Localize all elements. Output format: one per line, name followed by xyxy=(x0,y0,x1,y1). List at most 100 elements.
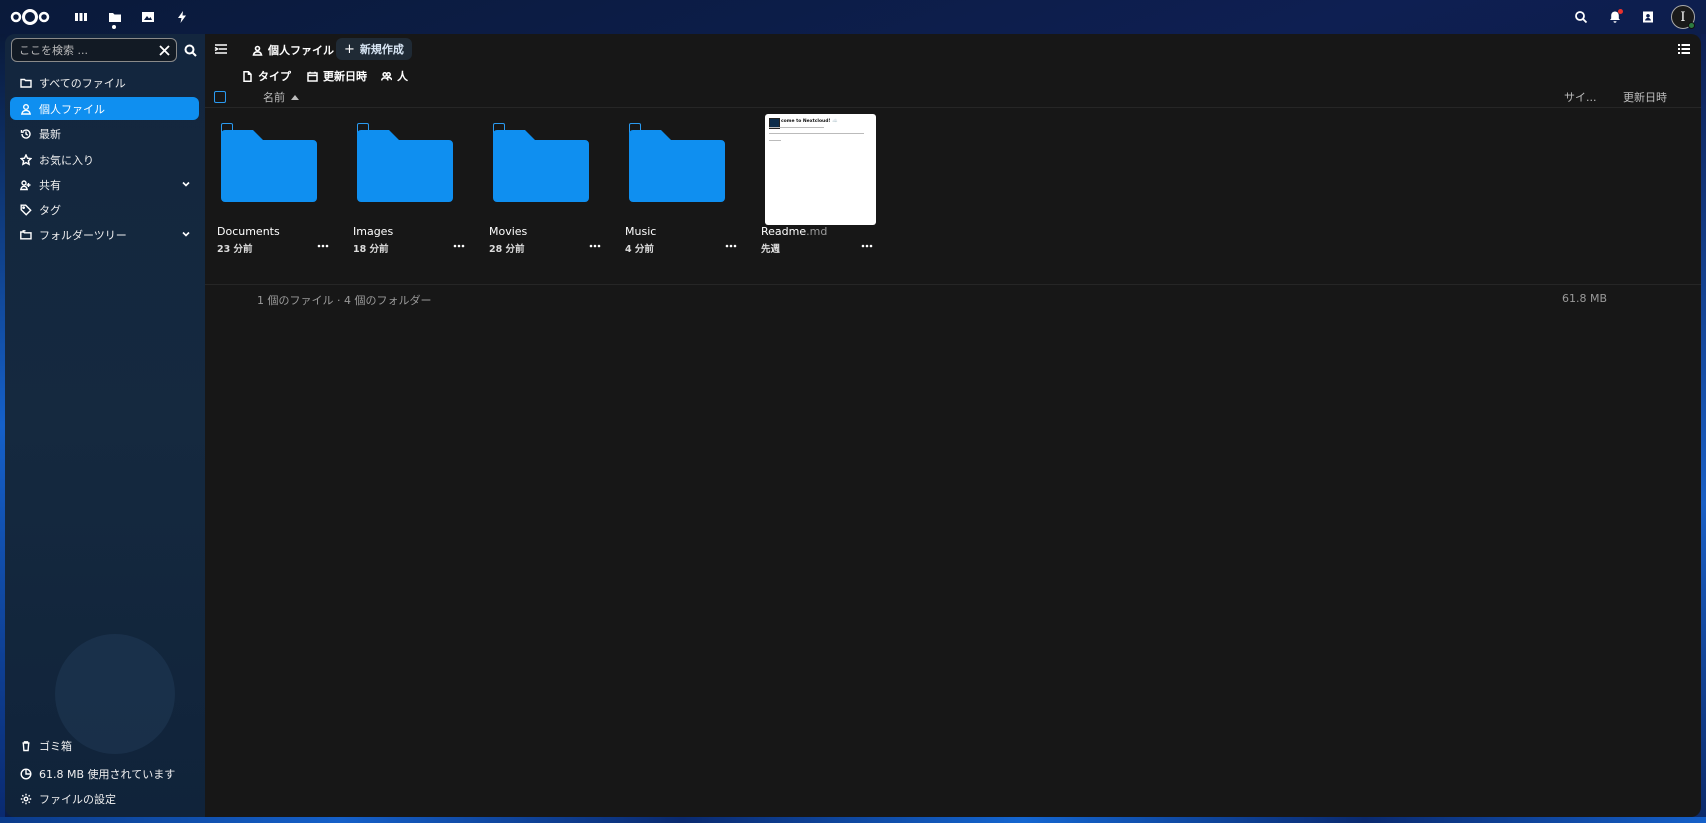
user-avatar[interactable]: I xyxy=(1671,5,1695,29)
file-modified: 28 分前 xyxy=(489,244,525,255)
more-actions-icon[interactable] xyxy=(452,240,466,252)
user-icon xyxy=(20,103,32,115)
search-input[interactable] xyxy=(19,43,154,57)
file-tile[interactable]: come to Nextcloud! ☁️ Readme.md 先週 xyxy=(749,114,876,264)
folder-icon xyxy=(357,130,453,202)
gear-icon xyxy=(20,793,32,805)
file-name[interactable]: Music xyxy=(625,225,656,238)
notifications-bell-icon[interactable] xyxy=(1605,7,1625,27)
share-icon xyxy=(20,179,32,191)
file-basename: Images xyxy=(353,225,394,238)
toggle-navigation-icon[interactable] xyxy=(214,42,230,58)
dashboard-icon[interactable] xyxy=(71,7,91,27)
tag-icon xyxy=(20,204,32,216)
background-edge-right xyxy=(1701,34,1706,817)
new-button[interactable]: + 新規作成 xyxy=(336,38,412,60)
sidebar-item-folder-tree[interactable]: フォルダーツリー xyxy=(10,223,199,246)
filter-people[interactable]: 人 xyxy=(381,66,408,86)
online-status-indicator xyxy=(1688,22,1695,29)
sidebar-item-all-files[interactable]: すべてのファイル xyxy=(10,71,199,94)
column-name[interactable]: 名前 xyxy=(263,89,299,105)
search-field[interactable] xyxy=(11,38,177,62)
sidebar-item-label: すべてのファイル xyxy=(39,76,126,90)
file-tile[interactable]: Documents 23 分前 xyxy=(205,114,329,264)
file-tile[interactable]: Music 4 分前 xyxy=(613,114,737,264)
breadcrumb-label: 個人ファイル xyxy=(268,44,334,57)
sidebar-item-shared[interactable]: 共有 xyxy=(10,173,199,196)
filter-modified-label: 更新日時 xyxy=(323,70,367,83)
sidebar-item-personal-files[interactable]: 個人ファイル xyxy=(10,97,199,120)
file-tile[interactable]: Images 18 分前 xyxy=(341,114,465,264)
sidebar-item-favorites[interactable]: お気に入り xyxy=(10,148,199,171)
sidebar-item-label: フォルダーツリー xyxy=(39,228,127,242)
star-icon xyxy=(20,153,32,166)
sidebar-settings[interactable]: ファイルの設定 xyxy=(10,788,199,810)
sidebar: すべてのファイル 個人ファイル 最新 お気に入り 共有 タグ フォルダーツリー … xyxy=(5,34,205,817)
sidebar-item-recent[interactable]: 最新 xyxy=(10,122,199,145)
filter-type[interactable]: タイプ xyxy=(242,66,291,86)
preview-text-line xyxy=(769,133,864,134)
folder-icon xyxy=(493,130,589,202)
chevron-down-icon[interactable] xyxy=(181,179,191,189)
top-bar: I xyxy=(0,0,1706,34)
filter-modified[interactable]: 更新日時 xyxy=(307,66,367,86)
column-modified[interactable]: 更新日時 xyxy=(1623,89,1667,105)
quota-label: 61.8 MB 使用されています xyxy=(39,768,176,781)
search-submit-icon[interactable] xyxy=(181,41,199,59)
column-size[interactable]: サイ... xyxy=(1564,89,1597,105)
close-icon[interactable] xyxy=(157,43,171,57)
list-view-icon[interactable] xyxy=(1677,42,1693,58)
file-basename: Documents xyxy=(217,225,280,238)
contacts-icon[interactable] xyxy=(1638,7,1658,27)
file-preview-thumbnail: come to Nextcloud! ☁️ xyxy=(765,114,876,225)
more-actions-icon[interactable] xyxy=(860,240,874,252)
file-name[interactable]: Documents xyxy=(217,225,280,238)
file-icon xyxy=(243,70,252,82)
chevron-down-icon[interactable] xyxy=(181,229,191,239)
file-basename: Movies xyxy=(489,225,528,238)
sidebar-item-tags[interactable]: タグ xyxy=(10,198,199,221)
new-button-label: 新規作成 xyxy=(359,43,404,56)
more-actions-icon[interactable] xyxy=(316,240,330,252)
column-name-label: 名前 xyxy=(263,91,285,104)
calendar-icon xyxy=(307,71,318,82)
avatar-initial: I xyxy=(1680,9,1686,25)
preview-text-line xyxy=(769,140,781,141)
plus-icon: + xyxy=(344,41,355,57)
more-actions-icon[interactable] xyxy=(588,240,602,252)
people-icon xyxy=(381,71,392,81)
select-all-checkbox[interactable] xyxy=(214,91,226,103)
file-name[interactable]: Images xyxy=(353,225,393,238)
preview-title: come to Nextcloud! ☁️ xyxy=(781,119,838,124)
file-modified: 先週 xyxy=(761,244,781,255)
notification-badge xyxy=(1618,9,1623,14)
sidebar-trash[interactable]: ゴミ箱 xyxy=(10,735,199,757)
more-actions-icon[interactable] xyxy=(724,240,738,252)
nextcloud-logo-icon[interactable] xyxy=(10,8,50,26)
preview-text-line xyxy=(769,127,824,128)
breadcrumb[interactable]: 個人ファイル xyxy=(252,39,334,61)
folder-icon xyxy=(20,77,32,89)
activity-app-icon[interactable] xyxy=(172,7,192,27)
folder-icon xyxy=(629,130,725,202)
photos-app-icon[interactable] xyxy=(138,7,158,27)
file-tile[interactable]: Movies 28 分前 xyxy=(477,114,601,264)
files-app-icon[interactable] xyxy=(105,7,125,27)
file-extension: .md xyxy=(806,225,828,238)
filter-people-label: 人 xyxy=(397,70,408,83)
filter-type-label: タイプ xyxy=(258,70,291,83)
user-icon xyxy=(252,45,263,56)
file-modified: 18 分前 xyxy=(353,244,389,255)
folder-icon xyxy=(221,130,317,202)
file-modified: 4 分前 xyxy=(625,244,654,255)
file-name[interactable]: Movies xyxy=(489,225,527,238)
sidebar-item-label: 最新 xyxy=(39,127,61,141)
file-list-header: 名前 サイ... 更新日時 xyxy=(205,86,1701,108)
file-name[interactable]: Readme.md xyxy=(761,225,827,238)
main-content: 個人ファイル + 新規作成 タイプ 更新日時 人 名前 サイ... 更新日時 D… xyxy=(205,34,1701,817)
trash-icon xyxy=(22,741,30,752)
active-app-indicator xyxy=(112,25,116,29)
search-icon[interactable] xyxy=(1571,7,1591,27)
sidebar-quota[interactable]: 61.8 MB 使用されています xyxy=(10,763,199,785)
pie-chart-icon xyxy=(20,768,32,780)
